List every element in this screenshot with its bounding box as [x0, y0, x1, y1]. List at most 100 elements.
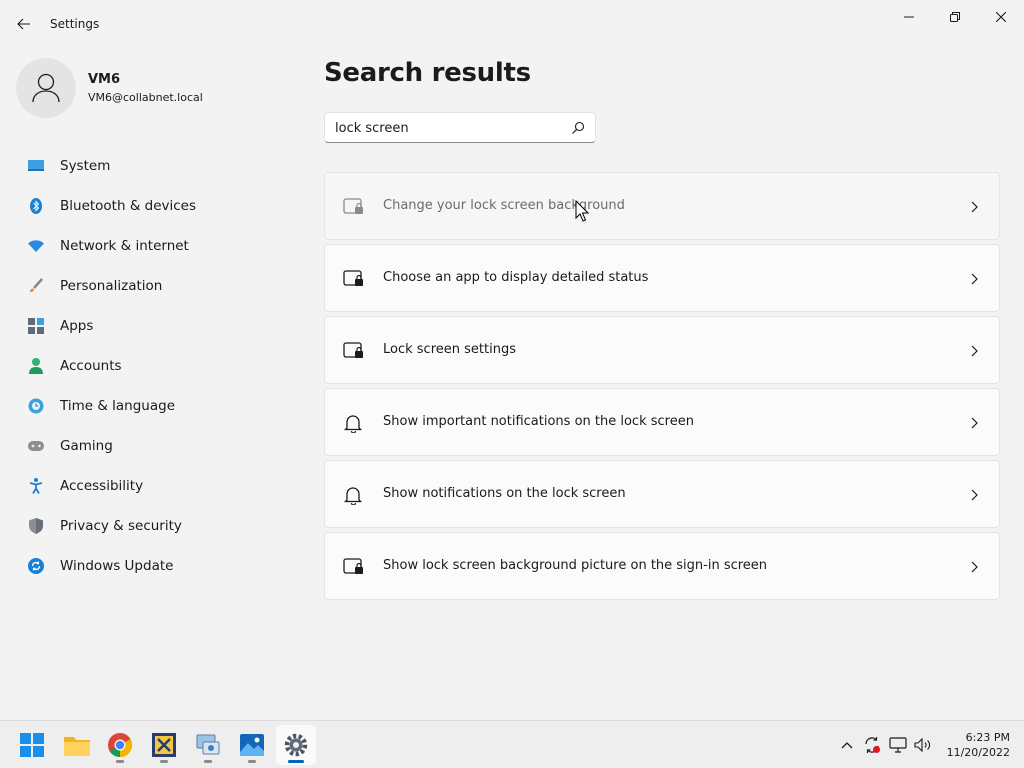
- sync-error-icon: [865, 737, 880, 753]
- sidebar-item-label: Time & language: [60, 398, 176, 414]
- result-label: Show lock screen background picture on t…: [383, 558, 768, 573]
- sidebar-item-accessibility[interactable]: Accessibility: [18, 466, 288, 506]
- restore-button[interactable]: [932, 4, 978, 30]
- bell-icon: [343, 415, 363, 433]
- settings-icon: [284, 733, 308, 757]
- sidebar-item-gaming[interactable]: Gaming: [18, 426, 288, 466]
- gamepad-icon: [28, 438, 44, 454]
- taskbar-chrome[interactable]: [100, 725, 140, 765]
- sidebar-item-label: Apps: [60, 318, 94, 334]
- apps-icon: [28, 318, 44, 334]
- system-icon: [28, 158, 44, 174]
- sidebar-item-network[interactable]: Network & internet: [18, 226, 288, 266]
- chevron-right-icon: [971, 345, 978, 357]
- restore-icon: [950, 12, 960, 22]
- result-label: Show important notifications on the lock…: [383, 414, 694, 429]
- tray-network[interactable]: [888, 735, 908, 755]
- close-icon: [996, 12, 1006, 22]
- person-icon: [32, 73, 60, 103]
- result-label: Lock screen settings: [383, 342, 516, 357]
- back-button[interactable]: [10, 12, 38, 36]
- running-indicator: [160, 760, 168, 763]
- speaker-icon: [914, 738, 930, 752]
- sidebar-nav: System Bluetooth & devices Network & int…: [18, 146, 288, 586]
- user-profile[interactable]: VM6 VM6@collabnet.local: [16, 58, 276, 118]
- minimize-icon: [904, 16, 914, 18]
- minimize-button[interactable]: [886, 4, 932, 30]
- sidebar-item-bluetooth[interactable]: Bluetooth & devices: [18, 186, 288, 226]
- running-indicator: [288, 760, 304, 763]
- photos-icon: [240, 734, 264, 756]
- network-wired-icon: [889, 737, 907, 753]
- result-label: Show notifications on the lock screen: [383, 486, 626, 501]
- sidebar-item-label: Privacy & security: [60, 518, 182, 534]
- chevron-right-icon: [971, 561, 978, 573]
- taskbar-file-explorer[interactable]: [57, 725, 97, 765]
- sidebar-item-label: Network & internet: [60, 238, 189, 254]
- chevron-right-icon: [971, 201, 978, 213]
- taskbar-remote-desktop[interactable]: [188, 725, 228, 765]
- sidebar-item-system[interactable]: System: [18, 146, 288, 186]
- back-arrow-icon: [17, 18, 30, 30]
- chevron-right-icon: [971, 489, 978, 501]
- lock-screen-icon: [343, 198, 363, 214]
- sidebar-item-personalization[interactable]: Personalization: [18, 266, 288, 306]
- settings-window: Settings VM6 VM6@collabnet.local System …: [0, 0, 1024, 720]
- update-icon: [28, 558, 44, 574]
- sidebar-item-label: Windows Update: [60, 558, 174, 574]
- search-input[interactable]: [335, 119, 555, 137]
- user-name: VM6: [88, 72, 121, 87]
- wifi-icon: [28, 238, 44, 254]
- brush-icon: [28, 278, 44, 294]
- sidebar-item-apps[interactable]: Apps: [18, 306, 288, 346]
- start-button[interactable]: [12, 725, 52, 765]
- result-change-lock-screen-background[interactable]: Change your lock screen background: [324, 172, 1000, 240]
- lock-screen-icon: [343, 558, 363, 574]
- taskbar-photos[interactable]: [232, 725, 272, 765]
- sidebar-item-label: Bluetooth & devices: [60, 198, 197, 214]
- result-lock-screen-background-sign-in[interactable]: Show lock screen background picture on t…: [324, 532, 1000, 600]
- bell-icon: [343, 487, 363, 505]
- sidebar-item-label: Personalization: [60, 278, 163, 294]
- search-box: [324, 112, 596, 143]
- clock-globe-icon: [28, 398, 44, 414]
- start-icon: [20, 733, 44, 757]
- running-indicator: [204, 760, 212, 763]
- search-icon[interactable]: [571, 121, 585, 135]
- chrome-icon: [108, 733, 132, 757]
- close-button[interactable]: [978, 4, 1024, 30]
- sidebar-item-time-language[interactable]: Time & language: [18, 386, 288, 426]
- file-explorer-icon: [64, 737, 90, 756]
- sidebar-item-windows-update[interactable]: Windows Update: [18, 546, 288, 586]
- taskbar-clock[interactable]: 6:23 PM 11/20/2022: [940, 730, 1010, 760]
- result-choose-app-detailed-status[interactable]: Choose an app to display detailed status: [324, 244, 1000, 312]
- bluetooth-icon: [28, 198, 44, 214]
- chevron-right-icon: [971, 417, 978, 429]
- page-title: Search results: [324, 58, 531, 88]
- tray-volume[interactable]: [913, 735, 933, 755]
- running-indicator: [116, 760, 124, 763]
- show-hidden-icons-button[interactable]: [837, 735, 857, 755]
- running-indicator: [248, 760, 256, 763]
- result-lock-screen-settings[interactable]: Lock screen settings: [324, 316, 1000, 384]
- lock-screen-icon: [343, 270, 363, 286]
- taskbar-settings[interactable]: [276, 725, 316, 765]
- tray-sync[interactable]: [862, 735, 882, 755]
- chevron-right-icon: [971, 273, 978, 285]
- taskbar: 6:23 PM 11/20/2022: [0, 720, 1024, 768]
- result-important-notifications-lock-screen[interactable]: Show important notifications on the lock…: [324, 388, 1000, 456]
- sidebar-item-label: Accessibility: [60, 478, 144, 494]
- lock-screen-icon: [343, 342, 363, 358]
- mouse-cursor-icon: [575, 200, 589, 222]
- sidebar-item-accounts[interactable]: Accounts: [18, 346, 288, 386]
- clock-date: 11/20/2022: [946, 746, 1010, 759]
- accounts-icon: [28, 358, 44, 374]
- shield-icon: [28, 518, 44, 534]
- taskbar-visual-studio[interactable]: [144, 725, 184, 765]
- sidebar-item-privacy-security[interactable]: Privacy & security: [18, 506, 288, 546]
- sidebar-item-label: Gaming: [60, 438, 113, 454]
- visual-studio-icon: [152, 733, 176, 757]
- search-results-list: Change your lock screen background Choos…: [324, 172, 1000, 604]
- app-title: Settings: [50, 17, 100, 31]
- result-notifications-lock-screen[interactable]: Show notifications on the lock screen: [324, 460, 1000, 528]
